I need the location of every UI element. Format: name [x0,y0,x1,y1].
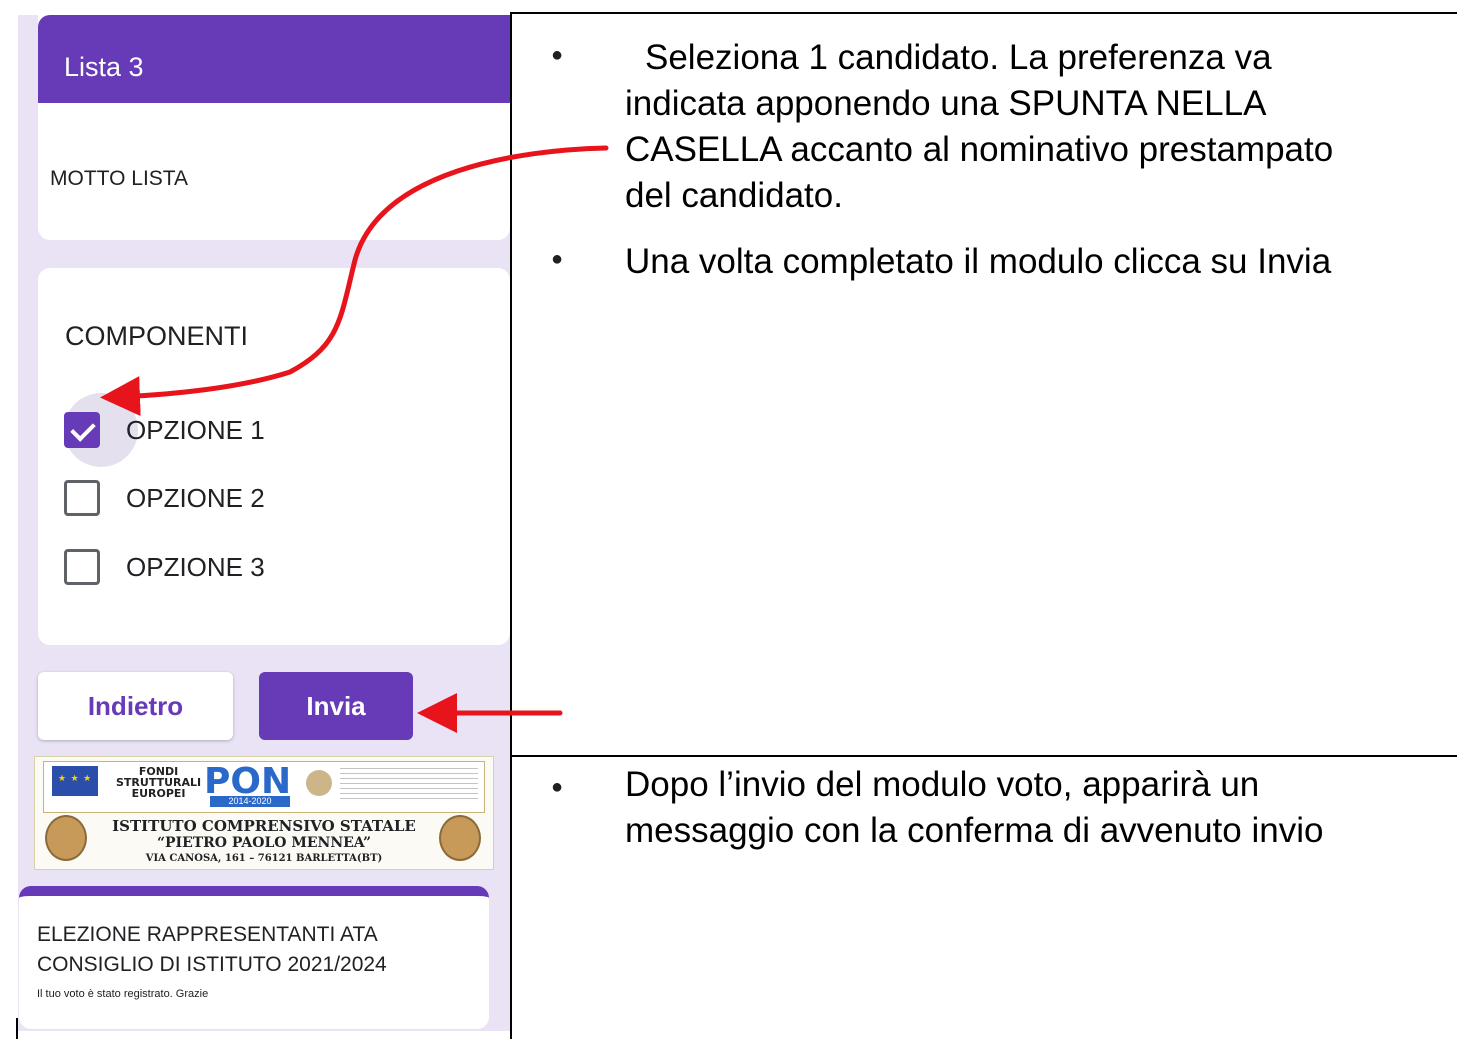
annotation-arrows [100,145,609,733]
arrow-to-checkbox-icon [100,145,609,417]
